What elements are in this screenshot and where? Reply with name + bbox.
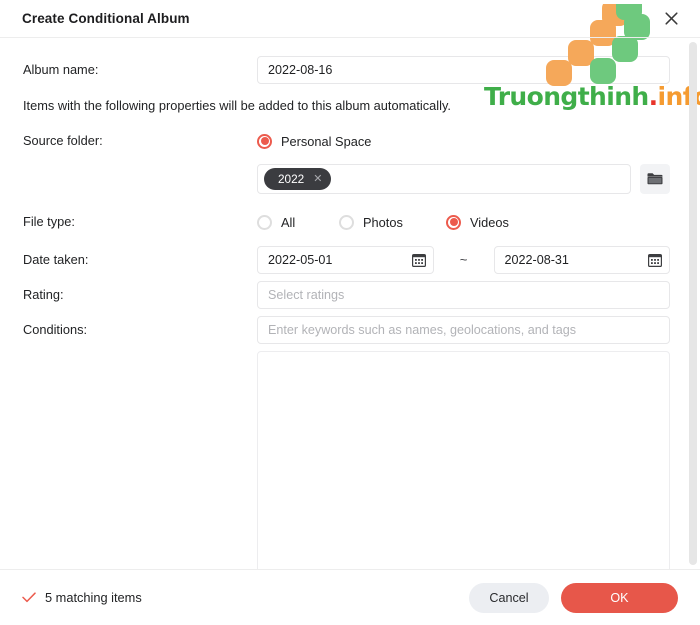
- dialog-title: Create Conditional Album: [22, 11, 190, 26]
- album-name-field-wrap: [257, 56, 670, 84]
- date-range-picker: ~: [257, 246, 670, 274]
- row-results-panel: [22, 351, 670, 569]
- results-panel-wrap: [257, 351, 670, 569]
- file-type-field-wrap: All Photos Videos: [257, 208, 670, 236]
- conditions-field-wrap: [257, 316, 670, 344]
- radio-mark-icon: [257, 214, 272, 230]
- file-type-label: File type:: [23, 214, 75, 229]
- source-folder-field-wrap: Personal Space: [257, 127, 670, 155]
- row-conditions: Conditions:: [22, 316, 670, 344]
- conditions-input[interactable]: [257, 316, 670, 344]
- radio-file-type-all-label: All: [281, 214, 296, 230]
- radio-file-type-photos-label: Photos: [363, 214, 403, 230]
- selected-folders-box[interactable]: 2022 ✕: [257, 164, 631, 194]
- row-folder-chips: 2022 ✕: [22, 164, 670, 194]
- dialog-header: Create Conditional Album: [0, 0, 700, 38]
- folder-picker: 2022 ✕: [257, 164, 670, 194]
- footer-actions: Cancel OK: [469, 582, 678, 613]
- matching-items-panel[interactable]: [257, 351, 670, 569]
- album-name-input[interactable]: [257, 56, 670, 84]
- calendar-icon[interactable]: [411, 253, 426, 267]
- source-folder-radio-group: Personal Space: [257, 127, 670, 155]
- folder-chip-2022[interactable]: 2022 ✕: [264, 168, 332, 190]
- radio-file-type-photos[interactable]: Photos: [339, 208, 446, 236]
- radio-mark-icon: [339, 214, 354, 230]
- date-end-input[interactable]: [493, 246, 670, 274]
- matching-items-status: 5 matching items: [22, 590, 142, 605]
- rating-label: Rating:: [23, 287, 64, 302]
- create-conditional-album-dialog: Truongthinh.info Create Conditional Albu…: [0, 0, 700, 625]
- folder-icon: [647, 173, 663, 185]
- auto-add-note: Items with the following properties will…: [23, 98, 451, 113]
- album-name-label: Album name:: [23, 62, 99, 77]
- vertical-scrollbar[interactable]: [689, 42, 697, 565]
- dialog-body: Album name: Items with the following pro…: [0, 38, 700, 569]
- cancel-button[interactable]: Cancel: [469, 582, 549, 613]
- check-icon: [22, 592, 36, 603]
- radio-personal-space-label: Personal Space: [281, 133, 372, 149]
- date-end-box: [493, 246, 670, 274]
- rating-input[interactable]: [257, 281, 670, 309]
- row-source-folder: Source folder: Personal Space: [22, 127, 670, 155]
- date-range-separator: ~: [459, 252, 468, 267]
- vertical-scrollbar-thumb[interactable]: [689, 42, 697, 565]
- folder-chips-field-wrap: 2022 ✕: [257, 164, 670, 194]
- radio-file-type-videos-label: Videos: [470, 214, 509, 230]
- radio-file-type-all[interactable]: All: [257, 208, 339, 236]
- source-folder-label: Source folder:: [23, 133, 103, 148]
- row-album-name: Album name:: [22, 56, 670, 84]
- radio-mark-icon: [446, 214, 461, 230]
- conditions-label: Conditions:: [23, 322, 88, 337]
- matching-items-text: 5 matching items: [45, 590, 142, 605]
- close-icon: [664, 12, 678, 25]
- radio-personal-space[interactable]: Personal Space: [257, 127, 371, 155]
- folder-chip-remove-icon[interactable]: ✕: [313, 173, 322, 185]
- date-taken-label: Date taken:: [23, 252, 89, 267]
- rating-field-wrap: [257, 281, 670, 309]
- folder-chip-label: 2022: [278, 172, 305, 186]
- radio-file-type-videos[interactable]: Videos: [446, 208, 509, 236]
- close-button[interactable]: [656, 4, 686, 34]
- row-file-type: File type: All Photos Videos: [22, 208, 670, 236]
- date-start-box: [257, 246, 434, 274]
- radio-mark-icon: [257, 133, 272, 149]
- row-date-taken: Date taken: 2022-05-01 ~ 2022-08-31: [22, 246, 670, 274]
- date-taken-field-wrap: ~: [257, 246, 670, 274]
- calendar-icon[interactable]: [648, 253, 662, 267]
- ok-button[interactable]: OK: [561, 582, 678, 613]
- date-start-input[interactable]: [257, 246, 434, 274]
- browse-folder-button[interactable]: [640, 164, 670, 194]
- form-scroll-area: Album name: Items with the following pro…: [0, 38, 700, 569]
- file-type-radio-group: All Photos Videos: [257, 208, 670, 236]
- row-rating: Rating:: [22, 281, 670, 309]
- dialog-footer: 5 matching items Cancel OK: [0, 569, 700, 625]
